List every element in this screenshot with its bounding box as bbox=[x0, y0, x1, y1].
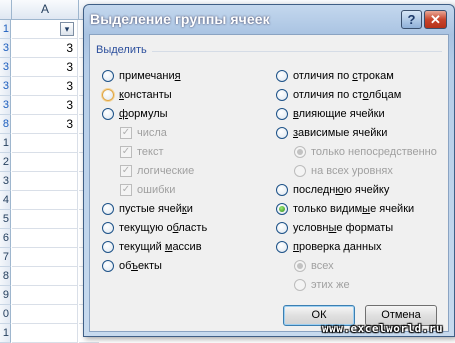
radio-validation-all bbox=[294, 260, 306, 272]
cell-a[interactable]: 3 bbox=[12, 77, 78, 96]
cell-a[interactable] bbox=[12, 229, 78, 248]
select-all-corner[interactable] bbox=[0, 0, 12, 19]
radio-all-levels bbox=[294, 165, 306, 177]
radio-notes[interactable] bbox=[102, 70, 114, 82]
row-header[interactable]: 3 bbox=[0, 172, 11, 191]
cell-a[interactable] bbox=[12, 248, 78, 267]
radio-precedents[interactable] bbox=[276, 108, 288, 120]
row-header[interactable]: 3 bbox=[0, 39, 11, 58]
cell-a[interactable] bbox=[12, 324, 78, 343]
cell-a[interactable]: 3 bbox=[12, 115, 78, 134]
cell-a[interactable]: 3 bbox=[12, 58, 78, 77]
cell-a[interactable] bbox=[12, 286, 78, 305]
checkbox-errors: ✓ bbox=[120, 184, 132, 196]
radio-row-differences[interactable] bbox=[276, 70, 288, 82]
row-header[interactable]: 2 bbox=[0, 153, 11, 172]
radio-last-cell[interactable] bbox=[276, 184, 288, 196]
close-button[interactable]: ✕ bbox=[424, 10, 447, 29]
radio-constants[interactable] bbox=[102, 89, 114, 101]
radio-visible-cells-only[interactable] bbox=[276, 203, 288, 215]
radio-current-region[interactable] bbox=[102, 222, 114, 234]
radio-column-differences[interactable] bbox=[276, 89, 288, 101]
cell-a[interactable] bbox=[12, 305, 78, 324]
row-header[interactable]: 1 bbox=[0, 324, 11, 343]
cell-a[interactable] bbox=[12, 134, 78, 153]
row-header[interactable]: 7 bbox=[0, 248, 11, 267]
column-header-a[interactable]: A bbox=[12, 0, 79, 19]
site-watermark: www.excelworld.ru bbox=[322, 322, 444, 335]
row-header[interactable]: 1 bbox=[0, 20, 11, 39]
radio-formulas[interactable] bbox=[102, 108, 114, 120]
cell-a[interactable] bbox=[12, 153, 78, 172]
radio-objects[interactable] bbox=[102, 260, 114, 272]
row-header[interactable]: 0 bbox=[0, 305, 11, 324]
cell-a[interactable] bbox=[12, 267, 78, 286]
row-header[interactable]: 3 bbox=[0, 77, 11, 96]
radio-validation-same bbox=[294, 279, 306, 291]
row-header[interactable]: 3 bbox=[0, 96, 11, 115]
checkbox-logical: ✓ bbox=[120, 165, 132, 177]
dialog-body: Выделить примечания константы формулы ✓ … bbox=[89, 34, 449, 332]
row-header[interactable]: 8 bbox=[0, 115, 11, 134]
radio-current-array[interactable] bbox=[102, 241, 114, 253]
row-header[interactable]: 6 bbox=[0, 229, 11, 248]
go-to-special-dialog: Выделение группы ячеек ? ✕ Выделить прим… bbox=[83, 4, 455, 337]
group-divider bbox=[152, 51, 442, 52]
radio-direct-only bbox=[294, 146, 306, 158]
cell-a[interactable]: 3▾ bbox=[12, 20, 78, 39]
radio-dependents[interactable] bbox=[276, 127, 288, 139]
row-header[interactable]: 9 bbox=[0, 286, 11, 305]
dialog-title: Выделение группы ячеек bbox=[90, 11, 270, 27]
radio-blanks[interactable] bbox=[102, 203, 114, 215]
row-header[interactable]: 4 bbox=[0, 191, 11, 210]
row-header[interactable]: 8 bbox=[0, 267, 11, 286]
checkbox-numbers: ✓ bbox=[120, 127, 132, 139]
cell-a[interactable] bbox=[12, 172, 78, 191]
select-group-label: Выделить bbox=[96, 44, 150, 56]
filter-dropdown-icon[interactable]: ▾ bbox=[60, 22, 74, 36]
cell-a[interactable] bbox=[12, 191, 78, 210]
radio-data-validation[interactable] bbox=[276, 241, 288, 253]
close-icon: ✕ bbox=[430, 12, 441, 27]
radio-conditional-formats[interactable] bbox=[276, 222, 288, 234]
dialog-title-bar[interactable]: Выделение группы ячеек ? ✕ bbox=[84, 5, 454, 33]
cell-a[interactable]: 3 bbox=[12, 39, 78, 58]
help-button[interactable]: ? bbox=[401, 10, 422, 29]
row-header[interactable]: 5 bbox=[0, 210, 11, 229]
checkbox-text: ✓ bbox=[120, 146, 132, 158]
row-header[interactable]: 3 bbox=[0, 58, 11, 77]
row-header[interactable]: 1 bbox=[0, 134, 11, 153]
cell-a[interactable]: 3 bbox=[12, 96, 78, 115]
cell-a[interactable] bbox=[12, 210, 78, 229]
